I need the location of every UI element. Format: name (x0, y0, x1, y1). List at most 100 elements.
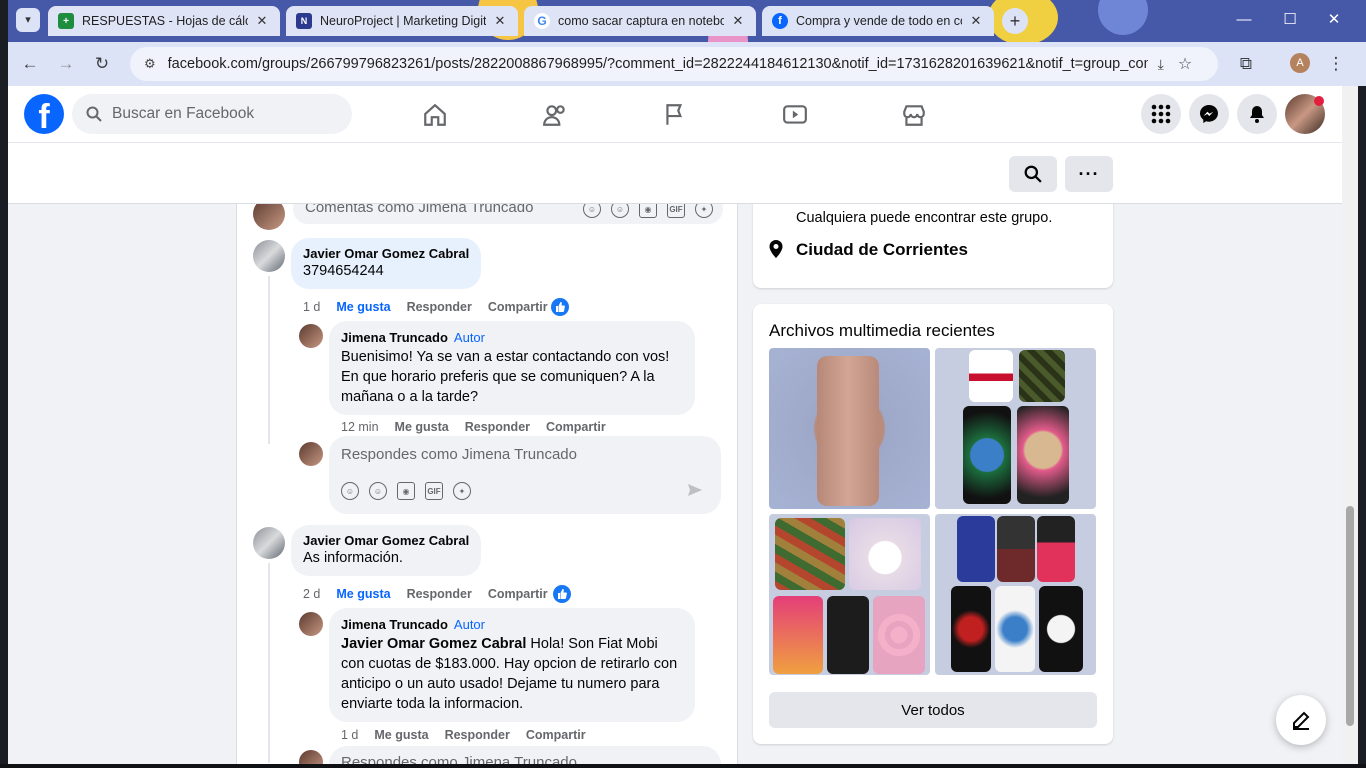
bookmark-star-icon[interactable]: ☆ (1178, 54, 1192, 74)
new-tab-button[interactable]: + (1002, 8, 1028, 34)
like-button[interactable]: Me gusta (395, 420, 449, 434)
tab-neuroproject[interactable]: N NeuroProject | Marketing Digital ✕ (286, 6, 518, 36)
like-reaction-icon[interactable] (553, 585, 571, 603)
bell-icon (1250, 106, 1264, 123)
close-tab-icon[interactable]: ✕ (492, 13, 508, 29)
facebook-logo[interactable]: f (24, 94, 64, 134)
facebook-search-input[interactable]: Buscar en Facebook (72, 94, 352, 134)
like-button[interactable]: Me gusta (336, 300, 390, 314)
compose-edit-icon (1293, 711, 1310, 730)
scrollbar-thumb[interactable] (1346, 506, 1354, 726)
menu-grid-button[interactable] (1141, 94, 1181, 134)
comment-author[interactable]: Jimena Truncado (341, 617, 448, 632)
group-more-button[interactable]: ··· (1065, 156, 1113, 192)
share-button[interactable]: Compartir (488, 587, 548, 601)
comment-actions: 1 d Me gusta Responder Compartir (303, 300, 548, 314)
camera-icon[interactable]: ◉ (639, 204, 657, 218)
gif-icon[interactable]: GIF (425, 482, 443, 500)
video-icon[interactable] (782, 102, 808, 128)
google-icon: G (534, 13, 550, 29)
minimize-icon[interactable]: — (1224, 8, 1264, 32)
forward-icon[interactable]: → (54, 52, 78, 76)
close-tab-icon[interactable]: ✕ (968, 13, 984, 29)
reply-bubble: Jimena Truncado Autor Buenisimo! Ya se va… (329, 321, 695, 415)
sticker-icon[interactable]: ✦ (695, 204, 713, 218)
comment-actions: 12 min Me gusta Responder Compartir (341, 420, 606, 434)
avatar-sticker-icon[interactable]: ☺ (341, 482, 359, 500)
author-badge: Autor (453, 617, 485, 632)
comment-actions: 1 d Me gusta Responder Compartir (341, 728, 586, 742)
browser-menu-icon[interactable]: ⋮ (1324, 52, 1348, 76)
site-info-icon[interactable]: ⚙ (144, 56, 156, 72)
close-tab-icon[interactable]: ✕ (254, 13, 270, 29)
share-button[interactable]: Compartir (526, 728, 586, 742)
phone-case-image (817, 356, 879, 506)
facebook-icon: f (772, 13, 788, 29)
close-tab-icon[interactable]: ✕ (730, 13, 746, 29)
maximize-icon[interactable]: ☐ (1270, 8, 1310, 32)
back-icon[interactable]: ← (18, 52, 42, 76)
browser-tab-strip: ▾ + RESPUESTAS - Hojas de cálculo ✕ N Ne… (8, 0, 1366, 42)
like-button[interactable]: Me gusta (374, 728, 428, 742)
page-scrollbar[interactable] (1342, 86, 1358, 764)
grid-menu-icon (1151, 104, 1171, 124)
notifications-button[interactable] (1237, 94, 1277, 134)
emoji-icon[interactable]: ☺ (369, 482, 387, 500)
top-comment-composer[interactable]: Comentas como Jimena Truncado ☺ ☺ ◉ GIF … (293, 204, 723, 224)
like-button[interactable]: Me gusta (336, 587, 390, 601)
reply-button[interactable]: Responder (407, 300, 472, 314)
address-bar[interactable]: ⚙ facebook.com/groups/266799796823261/po… (130, 47, 1218, 81)
new-message-button[interactable] (1276, 695, 1326, 745)
camera-icon[interactable]: ◉ (397, 482, 415, 500)
comment-author[interactable]: Javier Omar Gomez Cabral (303, 246, 469, 261)
pages-flag-icon[interactable] (662, 102, 688, 128)
media-thumbnail[interactable] (769, 514, 930, 675)
comment-author[interactable]: Jimena Truncado (341, 330, 448, 345)
reload-icon[interactable]: ↻ (90, 52, 114, 76)
tab-search-button[interactable]: ▾ (16, 8, 40, 32)
messenger-button[interactable] (1189, 94, 1229, 134)
like-reaction-icon[interactable] (551, 298, 569, 316)
send-icon[interactable] (687, 482, 703, 498)
reply-button[interactable]: Responder (445, 728, 510, 742)
install-app-icon[interactable]: ⤓ (1158, 56, 1164, 73)
messenger-icon (1200, 105, 1218, 123)
bottom-reply-composer[interactable]: Respondes como Jimena Truncado (329, 746, 721, 764)
share-button[interactable]: Compartir (488, 300, 548, 314)
mention-link[interactable]: Javier Omar Gomez Cabral (341, 636, 526, 652)
sticker-icon[interactable]: ✦ (453, 482, 471, 500)
search-icon (1024, 165, 1042, 183)
browser-toolbar: ← → ↻ ⚙ facebook.com/groups/266799796823… (8, 42, 1366, 86)
marketplace-icon[interactable] (901, 102, 927, 128)
group-search-button[interactable] (1009, 156, 1057, 192)
profile-avatar[interactable]: A (1290, 53, 1310, 73)
share-button[interactable]: Compartir (546, 420, 606, 434)
avatar-sticker-icon[interactable]: ☺ (583, 204, 601, 218)
tab-spreadsheet[interactable]: + RESPUESTAS - Hojas de cálculo ✕ (48, 6, 280, 36)
emoji-icon[interactable]: ☺ (611, 204, 629, 218)
search-icon (86, 106, 102, 122)
comment-author[interactable]: Javier Omar Gomez Cabral (303, 533, 469, 548)
tab-facebook-active[interactable]: f Compra y vende de todo en corrientes ✕ (762, 6, 994, 36)
media-thumbnail[interactable] (935, 348, 1096, 509)
comment-text: As información. (303, 550, 403, 566)
home-icon[interactable] (422, 102, 448, 128)
media-thumbnail[interactable] (769, 348, 930, 509)
extensions-icon[interactable]: ⧉ (1234, 52, 1258, 76)
group-action-bar: ··· (8, 143, 1342, 204)
commenter-avatar (253, 240, 285, 272)
media-thumbnail[interactable] (935, 514, 1096, 675)
close-window-icon[interactable]: ✕ (1314, 8, 1354, 32)
commenter-avatar (253, 527, 285, 559)
gif-icon[interactable]: GIF (667, 204, 685, 218)
reply-composer[interactable]: Respondes como Jimena Truncado ☺ ☺ ◉ GIF… (329, 436, 721, 514)
reply-button[interactable]: Responder (407, 587, 472, 601)
tab-google-search[interactable]: G como sacar captura en notebook ✕ (524, 6, 756, 36)
recent-media-card: Archivos multimedia recientes Ver todos (753, 304, 1113, 744)
comment-actions: 2 d Me gusta Responder Compartir (303, 587, 548, 601)
author-avatar (299, 324, 323, 348)
see-all-media-button[interactable]: Ver todos (769, 692, 1097, 728)
media-title: Archivos multimedia recientes (769, 321, 995, 340)
reply-button[interactable]: Responder (465, 420, 530, 434)
friends-icon[interactable] (542, 102, 568, 128)
